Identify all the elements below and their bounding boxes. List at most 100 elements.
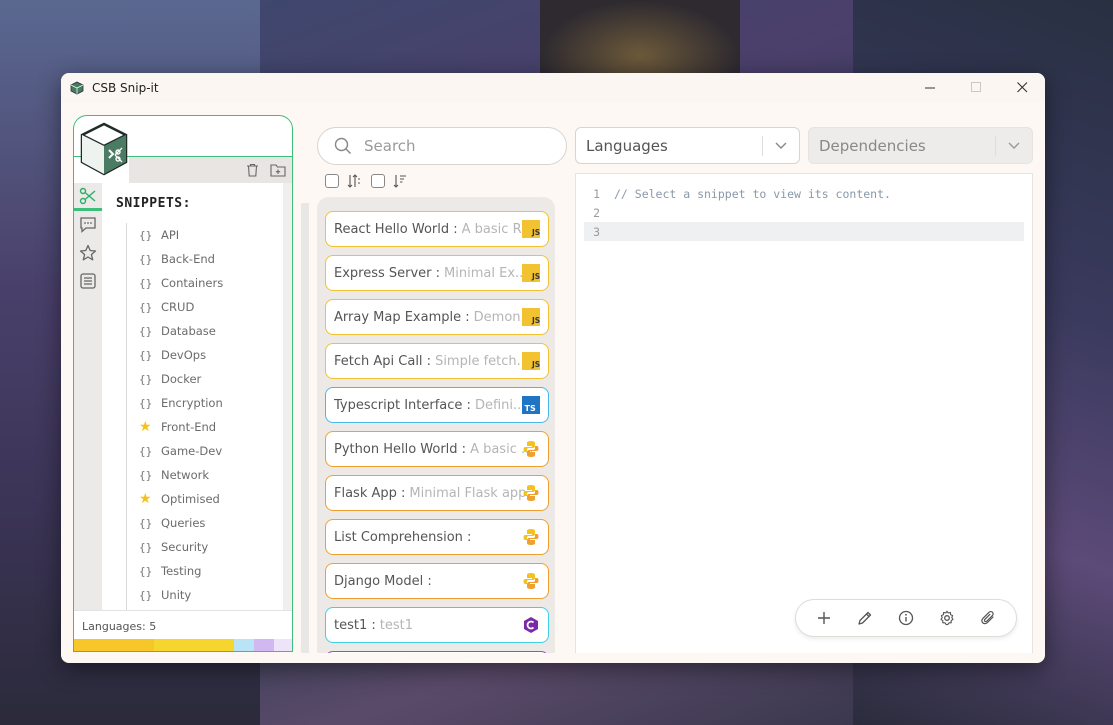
app-logo: [80, 122, 128, 176]
svg-text:TS: TS: [525, 404, 536, 413]
maximize-button[interactable]: [953, 73, 999, 102]
minimize-button[interactable]: [907, 73, 953, 102]
braces-icon: {}: [139, 276, 153, 290]
snippet-card[interactable]: Django Model :: [325, 563, 549, 599]
folder-item[interactable]: {} Queries: [127, 511, 286, 535]
star-icon: ★: [139, 419, 152, 435]
snippet-card[interactable]: Typescript Interface : Defini... TS: [325, 387, 549, 423]
javascript-icon: JS: [522, 220, 540, 238]
code-line: 2: [593, 205, 600, 220]
braces-icon: {}: [139, 228, 153, 242]
sort-desc-checkbox[interactable]: [371, 174, 385, 188]
plus-icon: [818, 612, 831, 624]
braces-icon: {}: [139, 300, 153, 314]
svg-text:JS: JS: [531, 360, 540, 369]
languages-select[interactable]: Languages: [575, 127, 800, 164]
list-filters: [325, 173, 408, 189]
lang-segment-js2: [154, 639, 234, 651]
sort-alpha-checkbox[interactable]: [325, 174, 339, 188]
javascript-icon: JS: [522, 352, 540, 370]
side-rail: [74, 183, 102, 610]
folder-item[interactable]: {} Docker: [127, 367, 286, 391]
braces-icon: {}: [139, 540, 153, 554]
snippet-card-partial[interactable]: [325, 651, 549, 653]
paperclip-icon: [980, 610, 994, 625]
snippet-card[interactable]: Fetch Api Call : Simple fetch... JS: [325, 343, 549, 379]
snippet-card[interactable]: Array Map Example : Demon... JS: [325, 299, 549, 335]
language-distribution-bar: [74, 639, 292, 651]
code-editor[interactable]: 1// Select a snippet to view its content…: [575, 173, 1033, 653]
folder-item[interactable]: {} Testing: [127, 559, 286, 583]
attach-button[interactable]: [977, 607, 999, 629]
star-icon: ★: [139, 491, 152, 507]
dependencies-select[interactable]: Dependencies: [808, 127, 1033, 164]
title-bar[interactable]: CSB Snip-it: [61, 73, 1045, 102]
list-scrollbar[interactable]: [301, 203, 309, 653]
close-button[interactable]: [999, 73, 1045, 102]
folder-item[interactable]: {} DevOps: [127, 343, 286, 367]
rail-snippets[interactable]: [74, 183, 102, 211]
python-icon: [523, 529, 539, 545]
minimize-icon: [924, 87, 935, 89]
snippet-card[interactable]: test1 : test1: [325, 607, 549, 643]
snippet-card[interactable]: Python Hello World :A basic ...: [325, 431, 549, 467]
python-icon: [523, 573, 539, 589]
folder-item[interactable]: {} Security: [127, 535, 286, 559]
code-line-active: 3: [584, 222, 1024, 241]
sort-alpha-icon[interactable]: [346, 173, 362, 189]
search-input[interactable]: [364, 137, 544, 155]
typescript-icon: TS: [522, 396, 540, 414]
csharp-icon: [524, 617, 538, 633]
folder-item[interactable]: {} Database: [127, 319, 286, 343]
rail-favorites[interactable]: [74, 239, 102, 267]
snippet-card[interactable]: React Hello World :A basic R... JS: [325, 211, 549, 247]
info-button[interactable]: [895, 607, 917, 629]
rail-notes[interactable]: [74, 267, 102, 295]
braces-icon: {}: [139, 564, 153, 578]
folder-item[interactable]: {} Unity: [127, 583, 286, 607]
editor-toolbar: [795, 599, 1017, 637]
comment-icon: [80, 217, 96, 233]
folder-item[interactable]: ★ Front-End: [127, 415, 286, 439]
panel-toolbar: [129, 157, 292, 183]
add-folder-icon[interactable]: [270, 162, 286, 178]
folder-item[interactable]: {} Game-Dev: [127, 439, 286, 463]
star-icon: [79, 244, 97, 261]
settings-button[interactable]: [936, 607, 958, 629]
snippet-card[interactable]: Flask App : Minimal Flask app: [325, 475, 549, 511]
braces-icon: {}: [139, 252, 153, 266]
wallpaper-top: [540, 0, 740, 80]
lang-segment-ts: [234, 639, 254, 651]
panel-scrollbar[interactable]: [283, 183, 292, 610]
folder-item[interactable]: ★ Optimised: [127, 487, 286, 511]
braces-icon: {}: [139, 396, 153, 410]
search-icon: [334, 137, 352, 155]
braces-icon: {}: [139, 468, 153, 482]
python-icon: [523, 485, 539, 501]
folder-item[interactable]: {} Network: [127, 463, 286, 487]
javascript-icon: JS: [522, 264, 540, 282]
add-snippet-button[interactable]: [813, 607, 835, 629]
close-icon: [1016, 82, 1027, 93]
snippet-list: React Hello World :A basic R... JS Expre…: [317, 197, 555, 653]
lang-segment-js: [74, 639, 154, 651]
list-icon: [80, 273, 96, 289]
rail-comments[interactable]: [74, 211, 102, 239]
edit-button[interactable]: [854, 607, 876, 629]
braces-icon: {}: [139, 372, 153, 386]
trash-icon[interactable]: [244, 162, 260, 178]
folder-item[interactable]: {} API: [127, 223, 286, 247]
window-title: CSB Snip-it: [92, 80, 159, 95]
folder-item[interactable]: {} Containers: [127, 271, 286, 295]
search-box[interactable]: [317, 127, 567, 165]
snippets-heading: SNIPPETS:: [116, 196, 191, 211]
sort-desc-icon[interactable]: [392, 173, 408, 189]
folder-item[interactable]: {} Encryption: [127, 391, 286, 415]
folder-item[interactable]: {} Back-End: [127, 247, 286, 271]
languages-count: Languages: 5: [74, 610, 292, 639]
snippet-card[interactable]: List Comprehension :: [325, 519, 549, 555]
pencil-icon: [858, 611, 872, 625]
snippet-card[interactable]: Express Server : Minimal Ex... JS: [325, 255, 549, 291]
lang-segment-cs: [254, 639, 274, 651]
folder-item[interactable]: {} CRUD: [127, 295, 286, 319]
